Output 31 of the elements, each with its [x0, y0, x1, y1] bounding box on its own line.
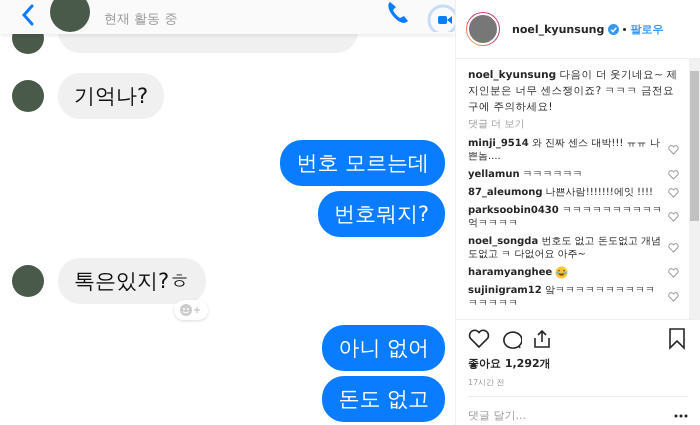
avatar-photo: [50, 0, 90, 32]
message-bubble: 기억나?: [58, 73, 164, 119]
message-bubble: 번호뭐지?: [318, 191, 445, 237]
comment-text: 87_aleumong 나쁜사람!!!!!!!에잇 !!!!: [468, 186, 654, 199]
bookmark-icon[interactable]: [668, 328, 686, 350]
share-icon[interactable]: [532, 329, 552, 349]
comment-text: sujinigram12 앜ㅋㅋㅋㅋㅋㅋㅋㅋㅋㅋㅋㅋㅋㅋㅋ: [468, 284, 656, 310]
profile-avatar[interactable]: [466, 12, 500, 46]
message-bubble: 아니 없어: [322, 325, 445, 371]
message-bubble: 돈도 없고: [322, 376, 445, 422]
comment-text: haramyanghee: [468, 266, 662, 280]
caption-text: noel_kyunsung 다음이 더 웃기네요~ 제 지인분은 너무 센스쟁이죠? ㅋㅋㅋ 금전요구에 주의하세요!: [468, 68, 678, 115]
message-bubble: 톡은있지?ㅎ: [58, 258, 206, 304]
message-bubble: 번호 모르는데: [280, 140, 445, 186]
comment-text: parksoobin0430 ㅋㅋㅋㅋㅋㅋㅋㅋㅋㅋ억ㅋㅋㅋㅋ: [468, 204, 662, 230]
comment-text: yellamun ㅋㅋㅋㅋㅋㅋ: [468, 168, 584, 181]
more-options-icon[interactable]: [674, 414, 688, 418]
back-icon[interactable]: [20, 3, 36, 27]
video-camera-icon[interactable]: [425, 2, 455, 32]
username-link[interactable]: noel_kyunsung: [512, 22, 604, 36]
follow-button[interactable]: 팔로우: [630, 22, 664, 36]
separator-dot: [623, 28, 626, 30]
scrollbar[interactable]: [689, 59, 700, 319]
load-more-comments-link[interactable]: 댓글 더 보기: [468, 117, 681, 133]
speech-bubble-icon[interactable]: [500, 329, 522, 349]
comment-text: minji_9514 와 진짜 센스 대박!!! ㅠㅠ 나쁜놈....: [468, 137, 661, 163]
active-status: 현재 활동 중: [104, 11, 178, 28]
heart-icon[interactable]: [468, 329, 490, 349]
post-time[interactable]: 17시간 전: [456, 373, 700, 396]
comment-text: noel_songda 번호도 없고 돈도없고 개념도없고 ㅋ 다없어요 아주~: [468, 235, 662, 261]
likes-count[interactable]: 좋아요 1,292개: [456, 354, 700, 373]
